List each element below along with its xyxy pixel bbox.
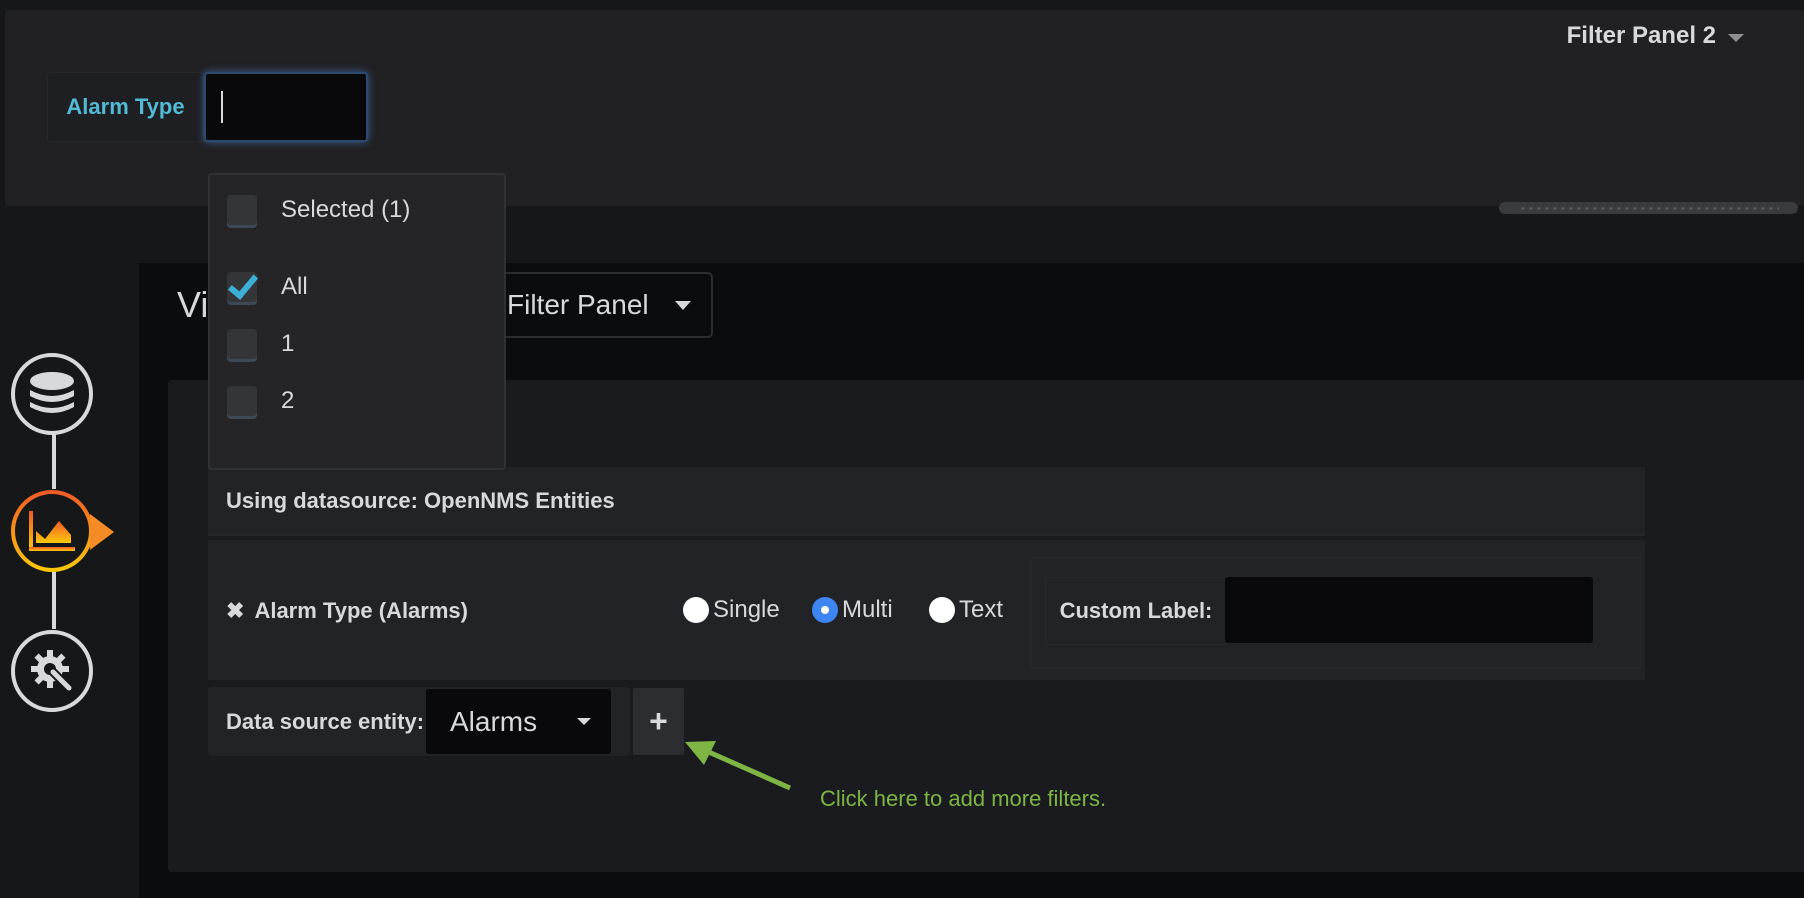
step-general[interactable]	[11, 630, 93, 712]
visualization-select-value: Filter Panel	[507, 289, 649, 320]
option-label: Selected (1)	[281, 196, 411, 223]
option-label: 1	[281, 330, 295, 357]
entity-label: Data source entity:	[226, 708, 425, 734]
datasource-row: Using datasource: OpenNMS Entities	[208, 467, 1645, 536]
panel-title-menu[interactable]: Filter Panel 2	[1567, 22, 1744, 50]
datasource-text: Using datasource: OpenNMS Entities	[226, 487, 615, 513]
option-label: All	[281, 273, 308, 300]
caret-down-icon	[675, 300, 691, 310]
option-selected[interactable]: Selected (1)	[227, 195, 410, 225]
caret-down-icon	[577, 718, 591, 725]
visualization-heading: Vi	[177, 284, 209, 325]
panel-title: Filter Panel 2	[1566, 22, 1716, 49]
option-2[interactable]: 2	[227, 386, 294, 416]
radio-icon	[683, 597, 709, 623]
active-step-pointer	[90, 514, 114, 550]
mode-label: Text	[959, 596, 1004, 623]
database-icon	[30, 372, 74, 413]
text-cursor	[221, 91, 223, 123]
alarm-type-label: Alarm Type	[47, 72, 204, 142]
remove-filter-icon[interactable]: ✖	[226, 598, 244, 624]
mode-single-radio[interactable]: Single	[683, 596, 780, 624]
caret-down-icon	[1728, 33, 1744, 42]
entity-row: Data source entity: Alarms	[208, 687, 630, 756]
alarm-type-options-menu: Selected (1) All 1 2	[208, 173, 506, 470]
step-visualization[interactable]	[11, 490, 93, 572]
add-filter-hint: Click here to add more filters.	[820, 786, 1107, 811]
chart-area-icon	[29, 511, 75, 551]
mode-multi-radio[interactable]: Multi	[812, 596, 893, 624]
arrow-icon	[685, 741, 792, 791]
mode-text-radio[interactable]: Text	[929, 596, 1003, 624]
radio-icon	[929, 597, 955, 623]
grip-dots	[1518, 206, 1779, 210]
mode-label: Single	[713, 596, 780, 623]
filter-row: ✖ Alarm Type (Alarms) Single Multi Text …	[208, 540, 1645, 680]
panel-resize-handle[interactable]	[1499, 202, 1798, 214]
alarm-type-input[interactable]	[204, 72, 368, 142]
custom-label-input[interactable]	[1225, 577, 1593, 643]
checkbox-icon	[227, 195, 257, 225]
step-connector	[52, 432, 56, 489]
option-all[interactable]: All	[227, 272, 308, 302]
add-filter-button[interactable]: +	[633, 688, 684, 755]
radio-selected-icon	[812, 597, 838, 623]
checkbox-icon	[227, 329, 257, 359]
filter-row-title: ✖ Alarm Type (Alarms)	[226, 598, 468, 624]
mode-label: Multi	[842, 596, 893, 623]
filter-name: Alarm Type (Alarms)	[254, 598, 468, 623]
alarm-type-filter: Alarm Type	[47, 72, 368, 142]
checkbox-checked-icon	[227, 272, 257, 302]
entity-select[interactable]: Alarms	[426, 689, 611, 754]
option-1[interactable]: 1	[227, 329, 294, 359]
editor-steps-nav	[0, 340, 130, 720]
option-label: 2	[281, 387, 295, 414]
gear-wrench-icon	[31, 650, 74, 693]
custom-label-label: Custom Label:	[1045, 577, 1227, 645]
step-queries[interactable]	[11, 353, 93, 435]
entity-select-value: Alarms	[450, 705, 538, 737]
step-connector	[52, 572, 56, 629]
custom-label-field: Custom Label:	[1030, 557, 1642, 669]
checkbox-icon	[227, 386, 257, 416]
